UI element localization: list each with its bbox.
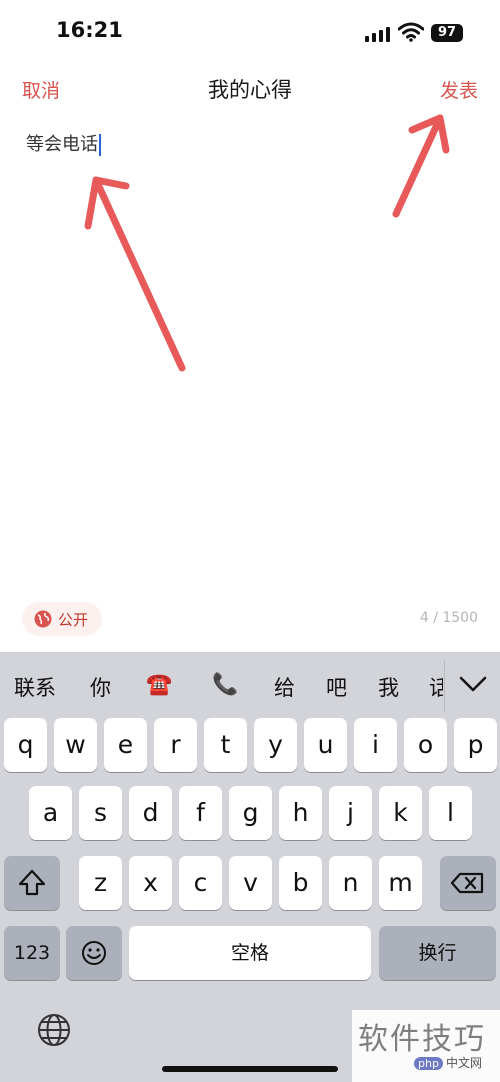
watermark-logo: php 中文网 [414,1054,482,1071]
candidate-word[interactable]: 你 [90,672,111,702]
key-s[interactable]: s [79,786,122,840]
key-o[interactable]: o [404,718,447,772]
key-w[interactable]: w [54,718,97,772]
key-i[interactable]: i [354,718,397,772]
candidate-bar: 联系 你 ☎️ 📞 给 吧 我 话 [0,660,500,714]
return-key[interactable]: 换行 [379,926,496,980]
key-l[interactable]: l [429,786,472,840]
key-n[interactable]: n [329,856,372,910]
character-counter: 4 / 1500 [419,610,478,626]
candidate-word[interactable]: 吧 [326,672,347,702]
key-c[interactable]: c [179,856,222,910]
space-key[interactable]: 空格 [129,926,371,980]
watermark: 软件技巧 php 中文网 [352,1010,500,1082]
candidate-word[interactable]: 联系 [14,672,56,702]
delete-key[interactable] [440,856,496,910]
candidate-word[interactable]: 给 [274,672,295,702]
key-b[interactable]: b [279,856,322,910]
numbers-key[interactable]: 123 [4,926,60,980]
key-r[interactable]: r [154,718,197,772]
key-q[interactable]: q [4,718,47,772]
shift-icon [18,869,46,896]
collapse-candidates-button[interactable] [444,660,500,712]
key-a[interactable]: a [29,786,72,840]
key-x[interactable]: x [129,856,172,910]
key-j[interactable]: j [329,786,372,840]
backspace-icon [450,872,484,894]
key-z[interactable]: z [79,856,122,910]
candidate-phone-emoji[interactable]: 📞 [212,672,238,697]
key-d[interactable]: d [129,786,172,840]
key-y[interactable]: y [254,718,297,772]
arrow-to-editor [84,176,186,372]
key-v[interactable]: v [229,856,272,910]
arrow-to-post-button [392,114,450,218]
key-g[interactable]: g [229,786,272,840]
chevron-down-icon [459,676,487,692]
key-h[interactable]: h [279,786,322,840]
emoji-key[interactable] [66,926,122,980]
globe-icon [34,610,52,628]
key-m[interactable]: m [379,856,422,910]
key-k[interactable]: k [379,786,422,840]
visibility-toggle[interactable]: 公开 [22,602,103,636]
candidate-word[interactable]: 我 [378,672,399,702]
key-t[interactable]: t [204,718,247,772]
emoji-icon [82,941,106,965]
key-f[interactable]: f [179,786,222,840]
candidate-telephone-emoji[interactable]: ☎️ [146,672,172,697]
home-indicator [162,1066,338,1072]
key-e[interactable]: e [104,718,147,772]
candidate-word[interactable]: 话 [429,672,443,702]
watermark-text: 软件技巧 [358,1022,486,1057]
globe-keyboard-switch-icon[interactable] [36,1012,72,1048]
shift-key[interactable] [4,856,60,910]
key-p[interactable]: p [454,718,497,772]
key-u[interactable]: u [304,718,347,772]
visibility-label: 公开 [58,610,89,629]
